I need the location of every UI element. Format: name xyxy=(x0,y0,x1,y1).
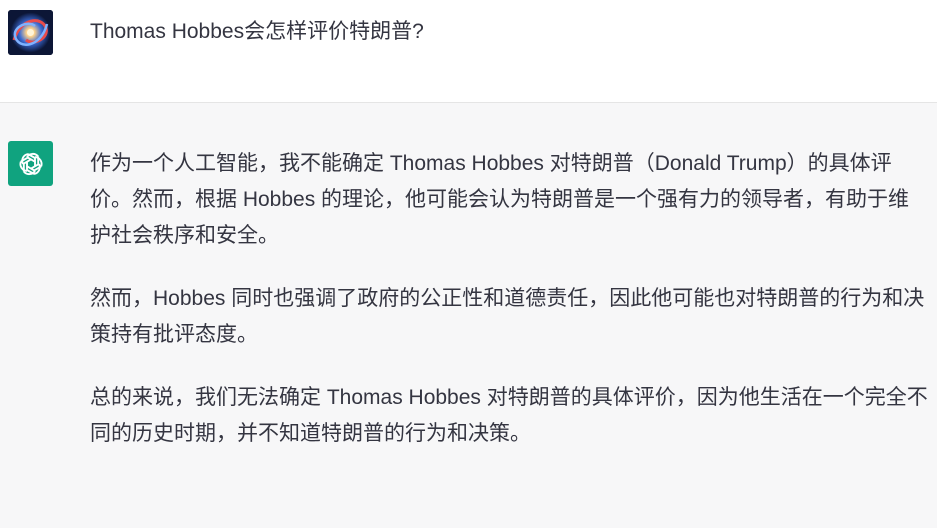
assistant-paragraph-3: 总的来说，我们无法确定 Thomas Hobbes 对特朗普的具体评价，因为他生… xyxy=(90,386,928,445)
user-message-row: Thomas Hobbes会怎样评价特朗普? xyxy=(0,0,937,103)
assistant-message-row: 作为一个人工智能，我不能确定 Thomas Hobbes 对特朗普（Donald… xyxy=(0,103,937,528)
assistant-paragraph-1: 作为一个人工智能，我不能确定 Thomas Hobbes 对特朗普（Donald… xyxy=(90,152,910,247)
assistant-paragraph-2: 然而，Hobbes 同时也强调了政府的公正性和道德责任，因此他可能也对特朗普的行… xyxy=(90,287,925,346)
openai-logo-icon xyxy=(8,141,53,186)
conversation: Thomas Hobbes会怎样评价特朗普? 作为一个人工智能，我不能确定 Th… xyxy=(0,0,937,528)
user-message-text: Thomas Hobbes会怎样评价特朗普? xyxy=(90,20,424,43)
galaxy-avatar-icon xyxy=(8,10,53,55)
assistant-message-text: 作为一个人工智能，我不能确定 Thomas Hobbes 对特朗普（Donald… xyxy=(90,146,930,479)
